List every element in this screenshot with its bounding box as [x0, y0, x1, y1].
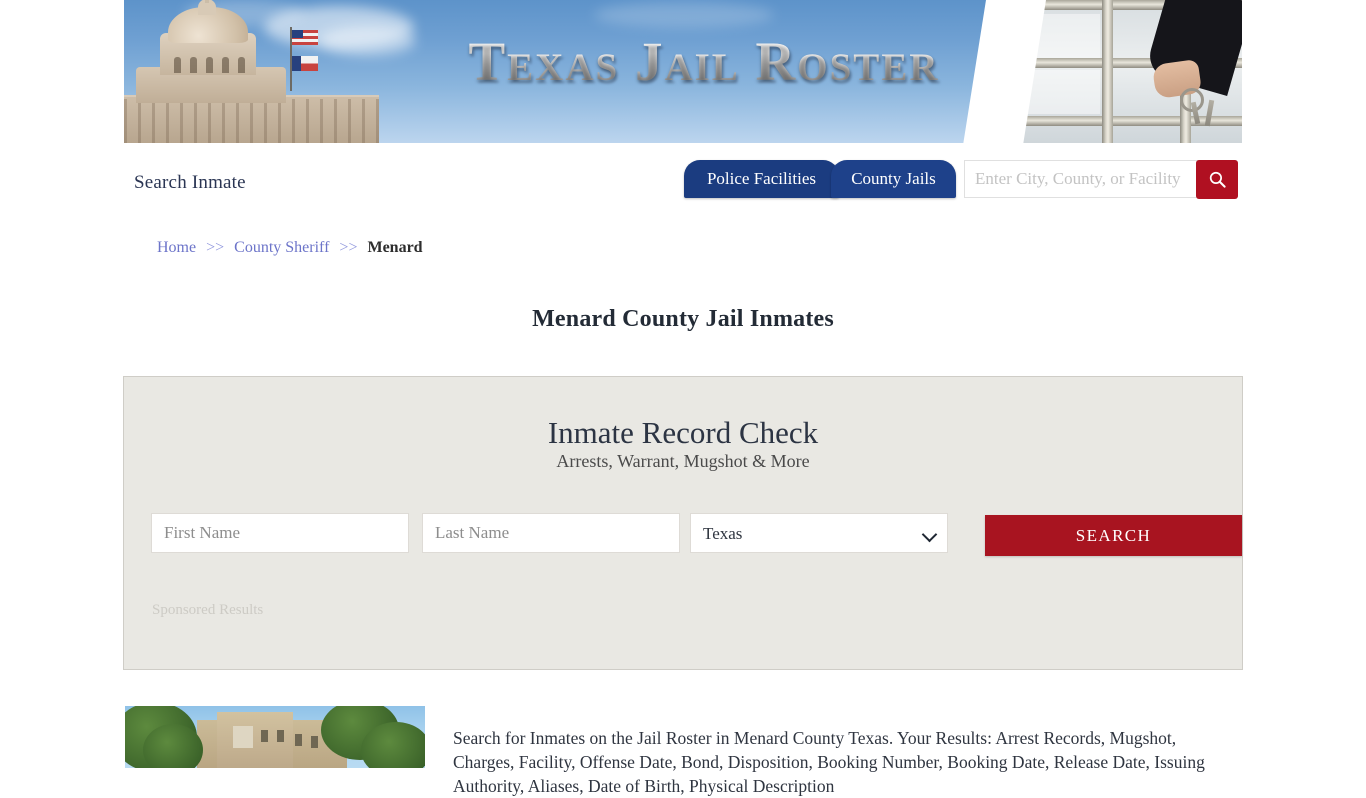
header-search-field[interactable]	[964, 160, 1200, 198]
page-description: Search for Inmates on the Jail Roster in…	[453, 727, 1205, 796]
search-inmate-label: Search Inmate	[134, 172, 246, 193]
inmate-record-check-panel: Inmate Record Check Arrests, Warrant, Mu…	[123, 376, 1243, 670]
banner-title: Texas Jail Roster	[324, 30, 1084, 93]
us-flag-icon	[292, 30, 318, 45]
first-name-input[interactable]	[152, 514, 408, 552]
breadcrumb-separator: >>	[339, 239, 358, 256]
record-check-form: Texas SEARCH	[151, 513, 1242, 556]
tab-police-facilities[interactable]: Police Facilities	[684, 160, 839, 198]
state-select-field[interactable]: Texas	[690, 513, 948, 553]
breadcrumb-item-county-sheriff[interactable]: County Sheriff	[234, 239, 329, 256]
first-name-field[interactable]	[151, 513, 409, 553]
header-nav: Search Inmate Police Facilities County J…	[124, 143, 1242, 225]
last-name-field[interactable]	[422, 513, 680, 553]
tab-county-jails[interactable]: County Jails	[831, 160, 956, 198]
breadcrumb-item-current: Menard	[367, 239, 423, 256]
state-select[interactable]: Texas	[691, 514, 947, 552]
record-check-heading: Inmate Record Check	[547, 415, 819, 450]
last-name-input[interactable]	[423, 514, 679, 552]
search-input[interactable]	[965, 161, 1199, 197]
sponsored-results-label: Sponsored Results	[152, 602, 264, 618]
texas-flag-icon	[292, 56, 318, 71]
search-icon	[1209, 171, 1226, 188]
record-check-search-button[interactable]: SEARCH	[985, 515, 1242, 556]
breadcrumb: Home >> County Sheriff >> Menard	[157, 239, 423, 257]
breadcrumb-separator: >>	[206, 239, 225, 256]
jail-building-photo	[125, 706, 425, 768]
breadcrumb-item-home[interactable]: Home	[157, 239, 196, 256]
cloud-decoration	[594, 2, 774, 28]
record-check-subheading: Arrests, Warrant, Mugshot & More	[556, 451, 810, 471]
search-submit-button[interactable]	[1196, 160, 1238, 199]
page-title: Menard County Jail Inmates	[532, 306, 834, 333]
page-root: Texas Jail Roster Texas Jail Roster Sear…	[0, 0, 1366, 796]
site-banner: Texas Jail Roster Texas Jail Roster	[124, 0, 1242, 143]
